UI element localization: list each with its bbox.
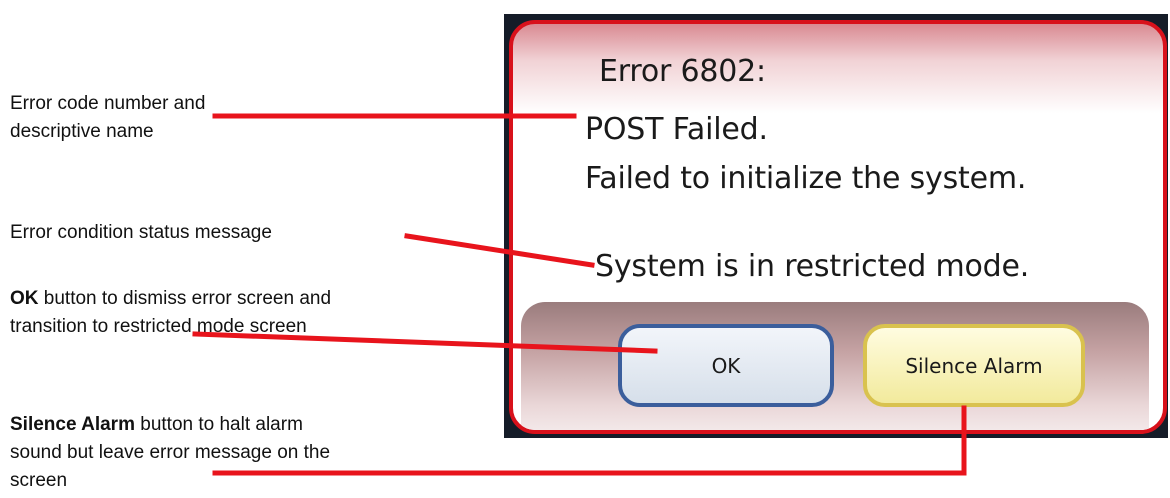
ok-button[interactable]: OK (618, 324, 834, 407)
annotation-ok-bold: OK (10, 288, 39, 309)
ok-button-label: OK (711, 353, 741, 378)
error-name-text: POST Failed. (585, 112, 768, 147)
annotation-ok-button: OK button to dismiss error screen and tr… (10, 285, 340, 341)
error-status-message: System is in restricted mode. (595, 249, 1030, 284)
silence-alarm-button-label: Silence Alarm (905, 353, 1043, 378)
dialog-button-bar: OK Silence Alarm (521, 302, 1149, 430)
error-detail-text: Failed to initialize the system. (585, 161, 1027, 196)
annotation-ok-text: button to dismiss error screen and trans… (10, 288, 332, 337)
error-dialog: Error 6802: POST Failed. Failed to initi… (509, 20, 1167, 434)
annotation-silence-button: Silence Alarm button to halt alarm sound… (10, 411, 340, 495)
annotation-status-message: Error condition status message (10, 222, 272, 243)
annotation-silence-bold: Silence Alarm (10, 414, 135, 435)
annotation-error-code: Error code number and descriptive name (10, 93, 206, 142)
silence-alarm-button[interactable]: Silence Alarm (863, 324, 1085, 407)
error-code-text: Error 6802: (599, 54, 766, 89)
